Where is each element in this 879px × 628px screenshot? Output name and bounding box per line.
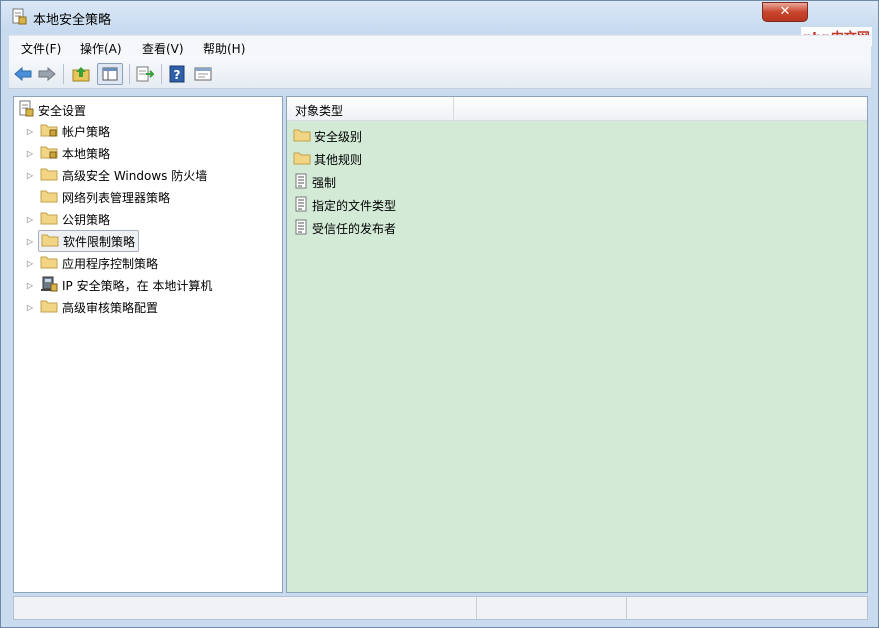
window-title: 本地安全策略: [33, 13, 112, 28]
toolbar: ?: [9, 59, 871, 89]
status-segment: [476, 597, 626, 619]
list-item-label: 其他规则: [314, 152, 363, 167]
properties-icon[interactable]: [193, 64, 213, 84]
tree-item-label: 高级安全 Windows 防火墙: [62, 168, 208, 183]
export-list-icon[interactable]: [135, 64, 155, 84]
title-bar[interactable]: 本地安全策略 ✕ php中文网: [1, 1, 878, 46]
folder-icon: [293, 150, 311, 168]
toolbar-separator: [129, 64, 130, 84]
toolbar-separator: [161, 64, 162, 84]
locked-folder-icon: [40, 122, 58, 140]
expander-placeholder: [24, 191, 36, 203]
tree-item-ip-security[interactable]: ▷ IP 安全策略，在 本地计算机: [24, 275, 212, 295]
expand-arrow-icon[interactable]: ▷: [24, 213, 36, 225]
folder-icon: [40, 210, 58, 228]
close-icon: ✕: [779, 4, 791, 19]
menu-file[interactable]: 文件(F): [21, 40, 61, 57]
expand-arrow-icon[interactable]: ▷: [24, 257, 36, 269]
tree-item-account-policies[interactable]: ▷ 帐户策略: [24, 121, 110, 141]
list-item-security-levels[interactable]: 安全级别: [293, 126, 362, 146]
help-icon[interactable]: ?: [167, 64, 187, 84]
list-header: 对象类型: [287, 97, 867, 121]
tree-item-app-control[interactable]: ▷ 应用程序控制策略: [24, 253, 158, 273]
selected-highlight[interactable]: 软件限制策略: [38, 230, 140, 252]
expand-arrow-icon[interactable]: ▷: [24, 169, 36, 181]
list-item-label: 安全级别: [314, 129, 363, 144]
mmc-window: 本地安全策略 ✕ php中文网 文件(F) 操作(A) 查看(V) 帮助(H): [0, 0, 879, 628]
list-pane[interactable]: 对象类型 安全级别 其他规则 强制 指定的文件类型 受信任的发布者: [286, 96, 868, 593]
tree-item-advanced-audit[interactable]: ▷ 高级审核策略配置: [24, 297, 158, 317]
tree-item-label: 网络列表管理器策略: [62, 190, 171, 205]
tree-item-local-policies[interactable]: ▷ 本地策略: [24, 143, 110, 163]
folder-icon: [40, 254, 58, 272]
locked-folder-icon: [40, 144, 58, 162]
folder-icon: [293, 127, 311, 145]
svg-text:?: ?: [174, 68, 181, 82]
list-item-additional-rules[interactable]: 其他规则: [293, 149, 362, 169]
list-item-label: 强制: [312, 175, 337, 190]
tree-root[interactable]: 安全设置: [18, 100, 86, 120]
toolbar-separator: [63, 64, 64, 84]
policy-icon: [293, 196, 309, 215]
expand-arrow-icon[interactable]: ▷: [24, 125, 36, 137]
up-icon[interactable]: [71, 64, 91, 84]
menu-help[interactable]: 帮助(H): [203, 40, 245, 57]
tree-item-label: 公钥策略: [62, 212, 111, 227]
tree-item-label: 高级审核策略配置: [62, 300, 159, 315]
close-button[interactable]: ✕: [762, 2, 808, 22]
security-policy-icon: [11, 8, 27, 26]
policy-icon: [293, 173, 309, 192]
folder-icon: [40, 188, 58, 206]
forward-icon[interactable]: [37, 64, 57, 84]
list-item-trusted-publishers[interactable]: 受信任的发布者: [293, 218, 396, 238]
menu-action[interactable]: 操作(A): [80, 40, 122, 57]
expand-arrow-icon[interactable]: ▷: [24, 235, 36, 247]
tree-item-network-list[interactable]: 网络列表管理器策略: [24, 187, 170, 207]
list-item-label: 指定的文件类型: [312, 198, 397, 213]
expand-arrow-icon[interactable]: ▷: [24, 301, 36, 313]
menu-view[interactable]: 查看(V): [142, 40, 184, 57]
tree-item-public-key[interactable]: ▷ 公钥策略: [24, 209, 110, 229]
policy-icon: [293, 219, 309, 238]
tree-item-label: 帐户策略: [62, 124, 111, 139]
status-segment: [626, 597, 776, 619]
status-bar: [13, 596, 868, 620]
list-item-label: 受信任的发布者: [312, 221, 397, 236]
folder-icon: [40, 298, 58, 316]
back-icon[interactable]: [13, 64, 33, 84]
tree-item-label: 应用程序控制策略: [62, 256, 159, 271]
show-hide-tree-icon[interactable]: [97, 63, 123, 85]
tree-root-label: 安全设置: [38, 103, 87, 118]
security-settings-icon: [18, 100, 34, 121]
folder-icon: [41, 232, 59, 250]
tree-item-label: 本地策略: [62, 146, 111, 161]
tree-pane[interactable]: 安全设置 ▷ 帐户策略 ▷ 本地策略 ▷ 高级安全 Windows 防火墙 网络…: [13, 96, 283, 593]
tree-item-label: IP 安全策略，在 本地计算机: [62, 278, 213, 293]
expand-arrow-icon[interactable]: ▷: [24, 279, 36, 291]
column-header-object-type[interactable]: 对象类型: [287, 97, 454, 121]
list-item-designated-file-types[interactable]: 指定的文件类型: [293, 195, 396, 215]
tree-item-software-restriction[interactable]: ▷ 软件限制策略: [24, 230, 140, 252]
list-item-enforcement[interactable]: 强制: [293, 172, 336, 192]
computer-icon: [40, 276, 58, 295]
expand-arrow-icon[interactable]: ▷: [24, 147, 36, 159]
tree-item-label: 软件限制策略: [63, 234, 136, 249]
tree-item-firewall[interactable]: ▷ 高级安全 Windows 防火墙: [24, 165, 207, 185]
folder-icon: [40, 166, 58, 184]
menu-bar: 文件(F) 操作(A) 查看(V) 帮助(H): [9, 35, 871, 59]
